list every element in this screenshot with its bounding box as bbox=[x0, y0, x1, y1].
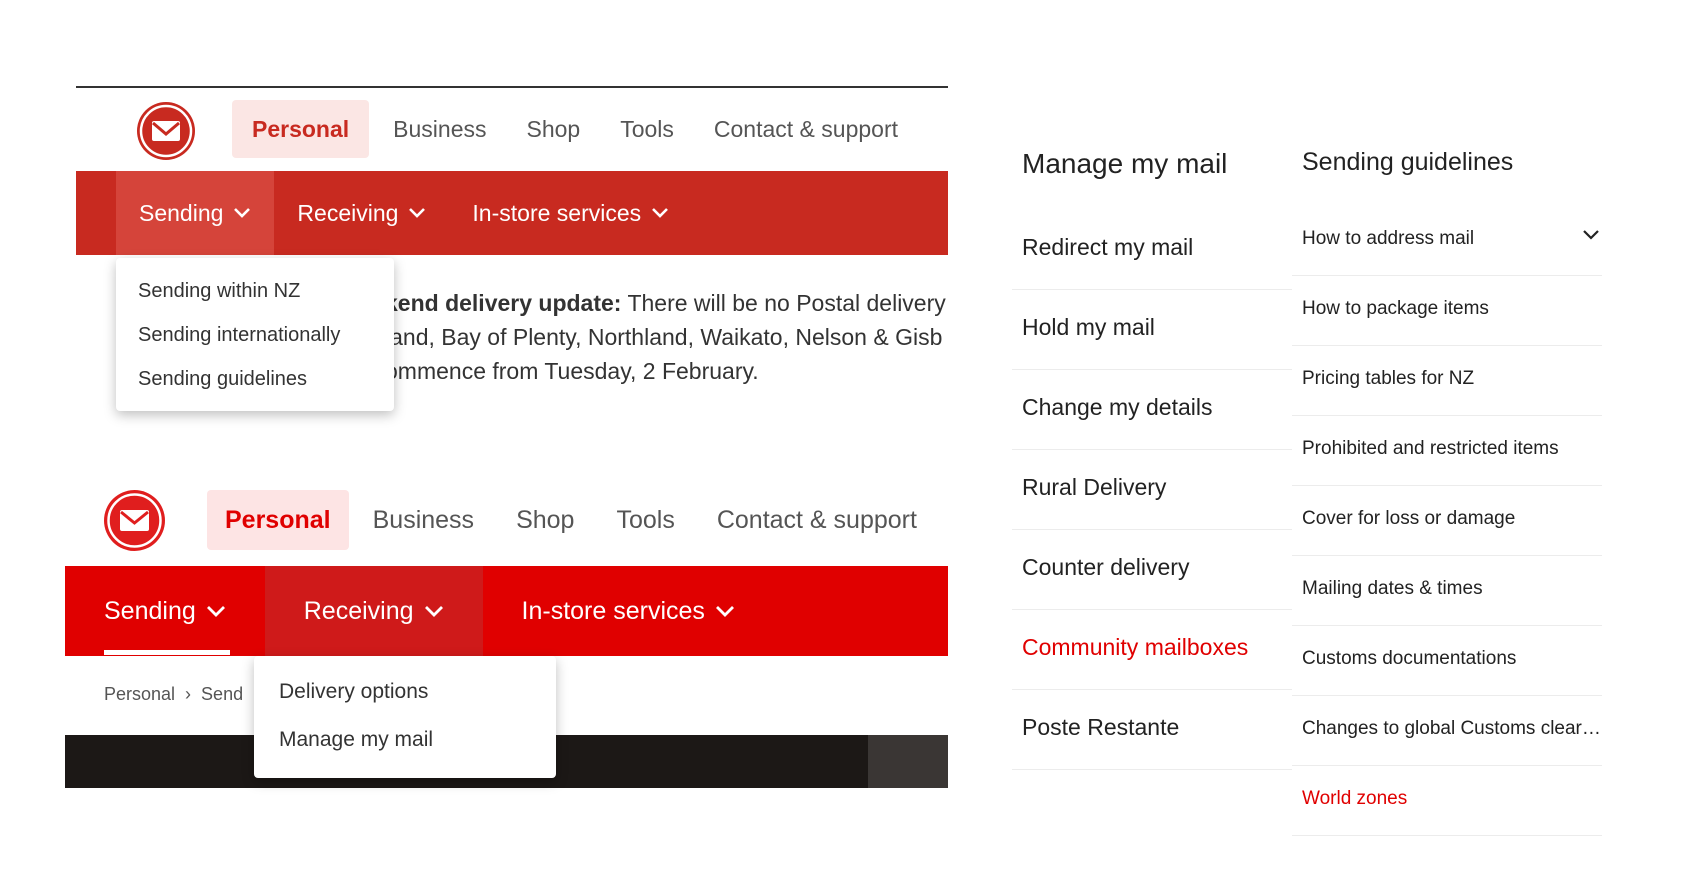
menu-item-redirect-my-mail[interactable]: Redirect my mail bbox=[1012, 210, 1292, 290]
hero-image-highlight bbox=[868, 735, 948, 788]
tab-receiving[interactable]: Receiving bbox=[274, 171, 449, 255]
nav-personal[interactable]: Personal bbox=[207, 490, 349, 550]
chevron-down-icon bbox=[424, 605, 444, 618]
tab-in-store-services[interactable]: In-store services bbox=[449, 171, 692, 255]
menu-item-changes-to-global-customs-clearance[interactable]: Changes to global Customs clear… bbox=[1292, 696, 1602, 766]
chevron-down-icon bbox=[651, 207, 669, 219]
chevron-down-icon bbox=[408, 207, 426, 219]
notice-line: kend delivery update: There will be no P… bbox=[385, 290, 946, 316]
menu-item-sending-internationally[interactable]: Sending internationally bbox=[138, 324, 340, 347]
menu-item-delivery-options[interactable]: Delivery options bbox=[279, 680, 428, 704]
nav-contact-support[interactable]: Contact & support bbox=[694, 100, 918, 158]
sending-dropdown-menu: Sending within NZ Sending internationall… bbox=[116, 258, 394, 411]
tab-receiving-label: Receiving bbox=[303, 596, 414, 625]
nav-personal[interactable]: Personal bbox=[232, 100, 370, 158]
tab-in-store-services[interactable]: In-store services bbox=[483, 566, 774, 656]
menu-item-customs-documentations[interactable]: Customs documentations bbox=[1292, 626, 1602, 696]
menu-item-hold-my-mail[interactable]: Hold my mail bbox=[1012, 290, 1292, 370]
secondary-navigation-bar: Sending Receiving In-store services bbox=[76, 171, 948, 255]
nav-business[interactable]: Business bbox=[355, 490, 492, 550]
top-navigation: Personal Business Shop Tools Contact & s… bbox=[232, 100, 918, 158]
tab-sending[interactable]: Sending bbox=[116, 171, 275, 255]
chevron-down-icon bbox=[233, 207, 251, 219]
notice-line: ommence from Tuesday, 2 February. bbox=[385, 358, 759, 384]
menu-item-prohibited-and-restricted-items[interactable]: Prohibited and restricted items bbox=[1292, 416, 1602, 486]
nav-business[interactable]: Business bbox=[373, 100, 506, 158]
menu-item-cover-for-loss-or-damage[interactable]: Cover for loss or damage bbox=[1292, 486, 1602, 556]
nz-post-logo-icon[interactable] bbox=[104, 490, 165, 551]
menu-item-rural-delivery[interactable]: Rural Delivery bbox=[1012, 450, 1292, 530]
secondary-navigation-bar: Sending Receiving In-store services bbox=[65, 566, 948, 656]
chevron-down-icon bbox=[206, 605, 226, 618]
breadcrumb: Personal › Send bbox=[104, 684, 243, 705]
active-tab-underline bbox=[104, 650, 230, 655]
menu-item-change-my-details[interactable]: Change my details bbox=[1012, 370, 1292, 450]
tab-in-store-services-label: In-store services bbox=[521, 596, 705, 625]
breadcrumb-send[interactable]: Send bbox=[201, 684, 243, 704]
top-navigation: Personal Business Shop Tools Contact & s… bbox=[207, 490, 941, 550]
menu-item-community-mailboxes[interactable]: Community mailboxes bbox=[1012, 610, 1292, 690]
sending-guidelines-heading: Sending guidelines bbox=[1302, 148, 1514, 176]
menu-item-manage-my-mail[interactable]: Manage my mail bbox=[279, 728, 433, 752]
menu-item-poste-restante[interactable]: Poste Restante bbox=[1012, 690, 1292, 770]
delivery-update-notice: kend delivery update: There will be no P… bbox=[385, 286, 948, 398]
tab-sending-label: Sending bbox=[139, 199, 224, 226]
chevron-right-icon: › bbox=[185, 684, 192, 704]
menu-item-pricing-tables-for-nz[interactable]: Pricing tables for NZ bbox=[1292, 346, 1602, 416]
tab-sending-label: Sending bbox=[104, 596, 196, 625]
menu-item-world-zones[interactable]: World zones bbox=[1292, 766, 1602, 836]
nav-tools[interactable]: Tools bbox=[598, 490, 692, 550]
menu-item-sending-within-nz[interactable]: Sending within NZ bbox=[138, 280, 300, 303]
menu-item-sending-guidelines[interactable]: Sending guidelines bbox=[138, 368, 307, 391]
menu-item-how-to-address-mail[interactable]: How to address mail bbox=[1292, 206, 1602, 276]
manage-my-mail-heading: Manage my mail bbox=[1022, 148, 1228, 179]
chevron-down-icon[interactable] bbox=[1582, 228, 1600, 246]
nav-shop[interactable]: Shop bbox=[506, 100, 600, 158]
notice-line: land, Bay of Plenty, Northland, Waikato,… bbox=[385, 324, 943, 350]
menu-item-how-to-package-items[interactable]: How to package items bbox=[1292, 276, 1602, 346]
tab-receiving[interactable]: Receiving bbox=[264, 566, 483, 656]
divider-line bbox=[76, 86, 948, 88]
menu-item-mailing-dates-times[interactable]: Mailing dates & times bbox=[1292, 556, 1602, 626]
nav-contact-support[interactable]: Contact & support bbox=[699, 490, 935, 550]
nz-post-logo-icon[interactable] bbox=[137, 102, 195, 160]
tab-sending[interactable]: Sending bbox=[65, 566, 265, 656]
tab-receiving-label: Receiving bbox=[297, 199, 399, 226]
menu-item-counter-delivery[interactable]: Counter delivery bbox=[1012, 530, 1292, 610]
tab-in-store-services-label: In-store services bbox=[472, 199, 642, 226]
nav-tools[interactable]: Tools bbox=[600, 100, 694, 158]
breadcrumb-personal[interactable]: Personal bbox=[104, 684, 175, 704]
chevron-down-icon bbox=[715, 605, 735, 618]
nav-shop[interactable]: Shop bbox=[498, 490, 592, 550]
receiving-dropdown-menu: Delivery options Manage my mail bbox=[254, 656, 556, 778]
